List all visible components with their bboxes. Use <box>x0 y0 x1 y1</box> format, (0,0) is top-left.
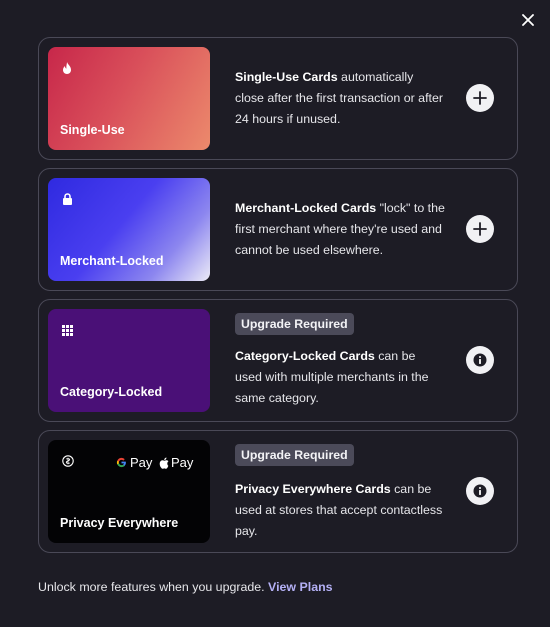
lock-icon <box>62 192 73 210</box>
card-title: Single-Use Cards <box>235 70 338 84</box>
category-locked-info-button[interactable] <box>466 346 494 374</box>
google-g-icon <box>116 457 126 468</box>
upgrade-required-badge: Upgrade Required <box>235 313 354 335</box>
apple-icon <box>159 457 169 469</box>
card-title: Category-Locked Cards <box>235 349 375 363</box>
card-label: Single-Use <box>60 123 125 137</box>
card-title: Privacy Everywhere Cards <box>235 482 391 496</box>
card-title: Merchant-Locked Cards <box>235 201 377 215</box>
footer-text: Unlock more features when you upgrade. <box>38 580 269 594</box>
merchant-locked-card-preview: Merchant-Locked <box>48 178 210 281</box>
info-icon <box>473 353 487 367</box>
card-type-category-locked: Category-Locked Upgrade Required Categor… <box>38 299 518 422</box>
upgrade-required-badge: Upgrade Required <box>235 444 354 466</box>
card-type-single-use: Single-Use Single-Use Cards automaticall… <box>38 37 518 160</box>
apple-pay-logo: Pay <box>159 455 193 470</box>
single-use-card-preview: Single-Use <box>48 47 210 150</box>
card-description: Privacy Everywhere Cards can be used at … <box>235 479 445 542</box>
grid-icon <box>62 323 73 341</box>
upgrade-footer: Unlock more features when you upgrade. V… <box>38 580 333 594</box>
card-type-list: Single-Use Single-Use Cards automaticall… <box>38 37 518 561</box>
add-icon <box>473 91 487 105</box>
card-label: Category-Locked <box>60 385 163 399</box>
card-description: Single-Use Cards automatically close aft… <box>235 67 445 130</box>
card-description: Merchant-Locked Cards "lock" to the firs… <box>235 198 445 261</box>
add-merchant-locked-button[interactable] <box>466 215 494 243</box>
add-icon <box>473 222 487 236</box>
card-description: Category-Locked Cards can be used with m… <box>235 346 445 409</box>
privacy-everywhere-card-preview: Pay Pay Privacy Everywhere <box>48 440 210 543</box>
privacy-coin-icon <box>62 454 74 472</box>
card-type-privacy-everywhere: Pay Pay Privacy Everywhere Upgrade Requi… <box>38 430 518 553</box>
card-type-merchant-locked: Merchant-Locked Merchant-Locked Cards "l… <box>38 168 518 291</box>
category-locked-card-preview: Category-Locked <box>48 309 210 412</box>
flame-icon <box>62 61 72 79</box>
view-plans-link[interactable]: View Plans <box>268 580 333 594</box>
add-single-use-button[interactable] <box>466 84 494 112</box>
card-label: Merchant-Locked <box>60 254 164 268</box>
info-icon <box>473 484 487 498</box>
apple-pay-label: Pay <box>171 455 194 470</box>
close-button[interactable] <box>518 10 538 30</box>
close-icon <box>522 14 534 26</box>
privacy-everywhere-info-button[interactable] <box>466 477 494 505</box>
card-label: Privacy Everywhere <box>60 516 179 530</box>
google-pay-label: Pay <box>130 455 153 470</box>
google-pay-logo: Pay <box>116 455 152 470</box>
